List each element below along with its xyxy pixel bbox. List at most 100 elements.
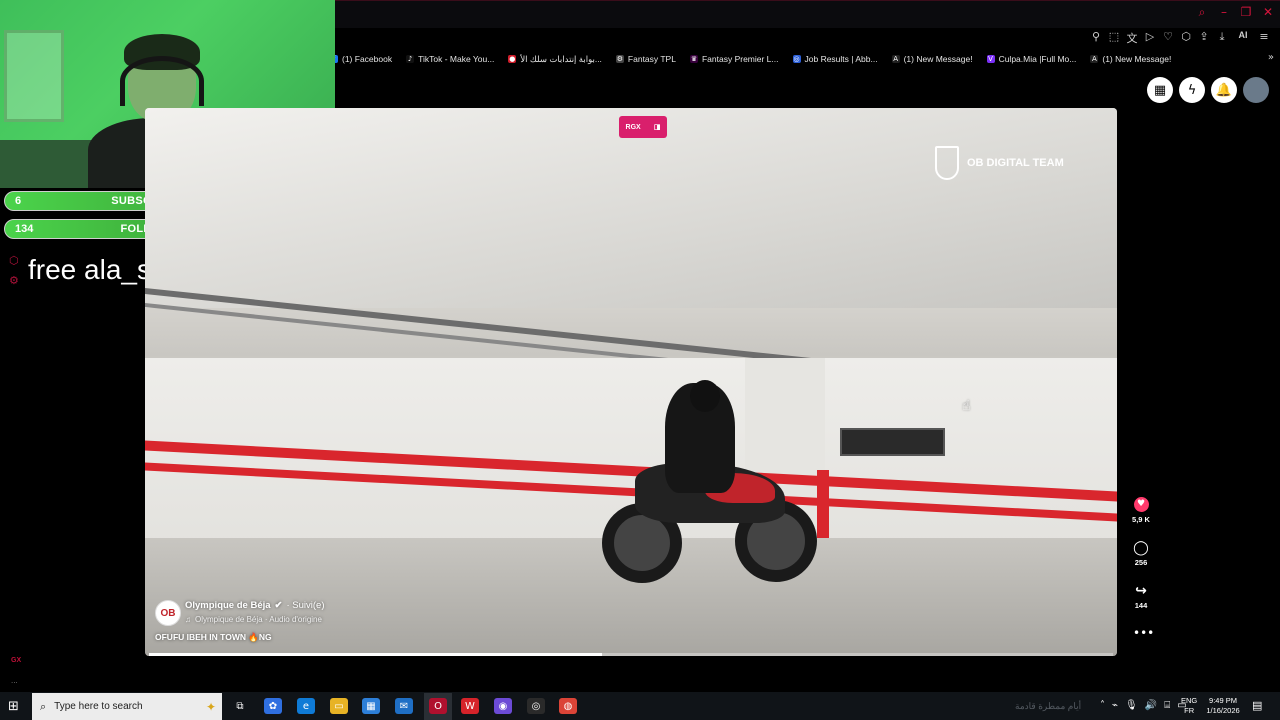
- account-avatar[interactable]: OB: [155, 600, 181, 626]
- video-vent: [840, 428, 945, 456]
- volume-icon[interactable]: 🔊: [1145, 700, 1157, 711]
- weather-widget[interactable]: أيام ممطرة قادمة: [1015, 701, 1081, 712]
- messenger-button[interactable]: ϟ: [1179, 77, 1205, 103]
- follow-status[interactable]: · Suivi(e): [287, 600, 325, 611]
- bookmark-label: Job Results | Abb...: [804, 54, 878, 64]
- bookmark-item[interactable]: A (1) New Message!: [891, 54, 973, 64]
- network-icon[interactable]: ⌸: [1164, 700, 1170, 711]
- bookmark-label: (1) Facebook: [342, 54, 393, 64]
- browser-toolbar: ⚲ ⬚ 文 ▷ ♡ ⬡ ⇪ ⤓ AI ≡: [1090, 30, 1270, 45]
- mic-icon[interactable]: 🎙: [1125, 700, 1138, 711]
- notifications-button[interactable]: 🔔: [1211, 77, 1237, 103]
- file-explorer-icon[interactable]: ▭: [330, 698, 348, 714]
- mail-icon[interactable]: ✉: [395, 698, 413, 714]
- share-action[interactable]: ↪ 144: [1128, 584, 1154, 610]
- bookmark-label: (1) New Message!: [1102, 54, 1172, 64]
- bookmark-item[interactable]: ⚙ Fantasy TPL: [615, 54, 676, 64]
- taskbar-search-box[interactable]: ⌕ Type here to search ✦: [32, 693, 222, 720]
- language-indicator[interactable]: ENG FR: [1181, 696, 1197, 716]
- task-view-icon[interactable]: ⧉: [231, 698, 249, 714]
- taskbar-search-placeholder: Type here to search: [54, 701, 143, 712]
- profile-avatar[interactable]: [1243, 77, 1269, 103]
- subscribers-current: 6: [15, 195, 22, 207]
- bookmark-favicon-icon: ⚙: [615, 55, 624, 63]
- bookmark-item[interactable]: ♪ TikTok - Make You...: [406, 54, 494, 64]
- ai-button[interactable]: AI: [1234, 30, 1252, 44]
- copilot-icon[interactable]: ✿: [264, 698, 282, 714]
- share-arrow-icon: ↪: [1135, 583, 1147, 599]
- shield-icon: [935, 146, 959, 180]
- clock-date: 1/16/2026: [1206, 706, 1240, 715]
- store-icon[interactable]: ▦: [362, 698, 380, 714]
- close-icon[interactable]: ✕: [1262, 6, 1274, 18]
- reel-video[interactable]: RGX ◨ OB DIGITAL TEAM ☝ OB Olympique de …: [145, 108, 1117, 656]
- video-progress-bar[interactable]: [149, 653, 1113, 656]
- bookmark-item[interactable]: f(1) Facebook: [330, 54, 392, 64]
- translate-icon[interactable]: 文: [1126, 30, 1138, 45]
- shares-count: 144: [1134, 601, 1148, 610]
- apps-grid-button[interactable]: ▦: [1147, 77, 1173, 103]
- sidebar-icons: ⬡ ⚙: [9, 254, 21, 294]
- video-progress-fill: [149, 653, 603, 656]
- snapshot-icon[interactable]: ⬚: [1108, 30, 1120, 44]
- rgx-badge[interactable]: RGX ◨: [619, 116, 667, 138]
- bookmark-item[interactable]: ♛ Fantasy Premier L...: [689, 54, 779, 64]
- restore-icon[interactable]: ❐: [1240, 6, 1252, 18]
- clock-time: 9:49 PM: [1209, 696, 1237, 705]
- download-icon[interactable]: ⤓: [1216, 30, 1228, 44]
- taskbar-clock[interactable]: 9:49 PM 1/16/2026: [1204, 696, 1242, 716]
- language-secondary: FR: [1184, 706, 1195, 715]
- more-options-icon[interactable]: •••: [1133, 626, 1154, 640]
- rider-helmet: [690, 380, 720, 412]
- messenger-icon: ϟ: [1187, 82, 1197, 98]
- music-note-icon: ♫: [185, 615, 191, 624]
- obs-icon[interactable]: ◎: [527, 698, 545, 714]
- usb-icon[interactable]: ⌁: [1112, 700, 1118, 711]
- post-caption: OFUFU IBEH IN TOWN 🔥NG: [155, 632, 272, 642]
- language-primary: ENG: [1181, 696, 1198, 705]
- bookmarks-more-icon[interactable]: »: [1268, 52, 1274, 63]
- opera-gx-icon[interactable]: O: [429, 698, 447, 714]
- wps-icon[interactable]: W: [461, 698, 479, 714]
- headset-icon: [120, 56, 204, 106]
- comment-icon: ◯: [1133, 540, 1149, 556]
- menu-icon[interactable]: ≡: [1258, 30, 1270, 44]
- likes-count: 5,9 K: [1132, 515, 1150, 524]
- hand-cursor-icon: ☝: [962, 398, 971, 414]
- like-action[interactable]: ♥ 5,9 K: [1128, 497, 1154, 524]
- bookmark-item[interactable]: ◎ Job Results | Abb...: [792, 54, 878, 64]
- hexagon-icon[interactable]: ⬡: [9, 254, 21, 267]
- chevron-up-icon[interactable]: ˄: [1100, 700, 1105, 711]
- bookmarks-bar: f(1) Facebook ♪TikTok - Make You... ●بوابة…: [330, 50, 1280, 68]
- bookmark-item[interactable]: A (1) New Message!: [1090, 54, 1171, 64]
- notification-center-icon[interactable]: ▤: [1252, 699, 1262, 712]
- comment-action[interactable]: ◯ 256: [1128, 541, 1154, 567]
- bookmark-label: TikTok - Make You...: [418, 54, 495, 64]
- grid-icon: ▦: [1153, 82, 1167, 98]
- heart-icon[interactable]: ♡: [1162, 30, 1174, 44]
- gx-logo: GX: [11, 657, 22, 664]
- pin-icon[interactable]: ⚲: [1090, 30, 1102, 44]
- account-name[interactable]: Olympique de Béja: [185, 600, 271, 611]
- search-icon[interactable]: ⌕: [1196, 6, 1208, 18]
- watermark: OB DIGITAL TEAM: [935, 146, 1064, 180]
- sidebar-more-icon[interactable]: ...: [11, 676, 18, 685]
- chrome-icon[interactable]: ◍: [559, 698, 577, 714]
- settings-icon[interactable]: ⚙: [9, 274, 21, 287]
- audio-row[interactable]: ♫ Olympique de Béja · Audio d'origine: [185, 615, 322, 624]
- bookmark-item[interactable]: ● بوابة إنتدابات سلك الأ...: [508, 54, 602, 65]
- play-icon[interactable]: ▷: [1144, 30, 1156, 44]
- system-tray: ˄ ⌁ 🎙 🔊 ⌸ ▭: [1100, 700, 1187, 711]
- bookmark-item[interactable]: V Culpa.Mia |Full Mo...: [986, 54, 1076, 64]
- extensions-icon[interactable]: ⬡: [1180, 30, 1192, 44]
- windows-start-icon[interactable]: ⊞: [8, 699, 19, 714]
- discord-icon[interactable]: ◉: [494, 698, 512, 714]
- followers-current: 134: [15, 223, 34, 235]
- bell-icon: 🔔: [1215, 82, 1233, 98]
- video-ceiling: [145, 108, 1117, 308]
- search-highlight-icon: ✦: [205, 699, 216, 714]
- edge-icon[interactable]: e: [297, 698, 315, 714]
- bookmark-favicon-icon: ◎: [792, 55, 801, 63]
- share-icon[interactable]: ⇪: [1198, 30, 1210, 44]
- minimize-icon[interactable]: –: [1218, 6, 1230, 18]
